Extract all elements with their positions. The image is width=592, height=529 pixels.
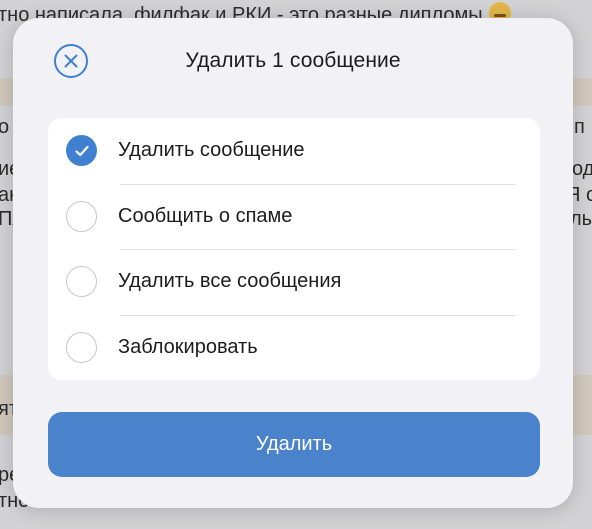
option-label: Сообщить о спаме bbox=[118, 204, 293, 227]
dialog-title: Удалить 1 сообщение bbox=[185, 49, 401, 72]
option-block[interactable]: Заблокировать bbox=[48, 314, 540, 381]
option-delete-message[interactable]: Удалить сообщение bbox=[48, 118, 540, 184]
delete-button[interactable]: Удалить bbox=[48, 412, 540, 477]
option-label: Удалить сообщение bbox=[118, 139, 305, 162]
delete-message-dialog: Удалить 1 сообщение Удалить сообщение Со… bbox=[13, 18, 573, 508]
chat-message-text: од bbox=[572, 158, 592, 180]
radio-unchecked[interactable] bbox=[66, 266, 97, 298]
chat-message-text: ль bbox=[570, 208, 592, 230]
delete-options-list: Удалить сообщение Сообщить о спаме Удали… bbox=[48, 118, 540, 380]
option-report-spam[interactable]: Сообщить о спаме bbox=[48, 183, 540, 250]
option-label: Заблокировать bbox=[118, 335, 258, 358]
option-label: Удалить все сообщения bbox=[118, 270, 342, 293]
chat-message-text: п bbox=[574, 116, 585, 138]
option-delete-all-messages[interactable]: Удалить все сообщения bbox=[48, 249, 540, 315]
radio-unchecked[interactable] bbox=[66, 331, 97, 363]
radio-checked[interactable] bbox=[66, 135, 97, 167]
chat-message-text: о bbox=[0, 116, 10, 138]
radio-unchecked[interactable] bbox=[66, 200, 97, 232]
checkmark-icon bbox=[74, 145, 89, 156]
